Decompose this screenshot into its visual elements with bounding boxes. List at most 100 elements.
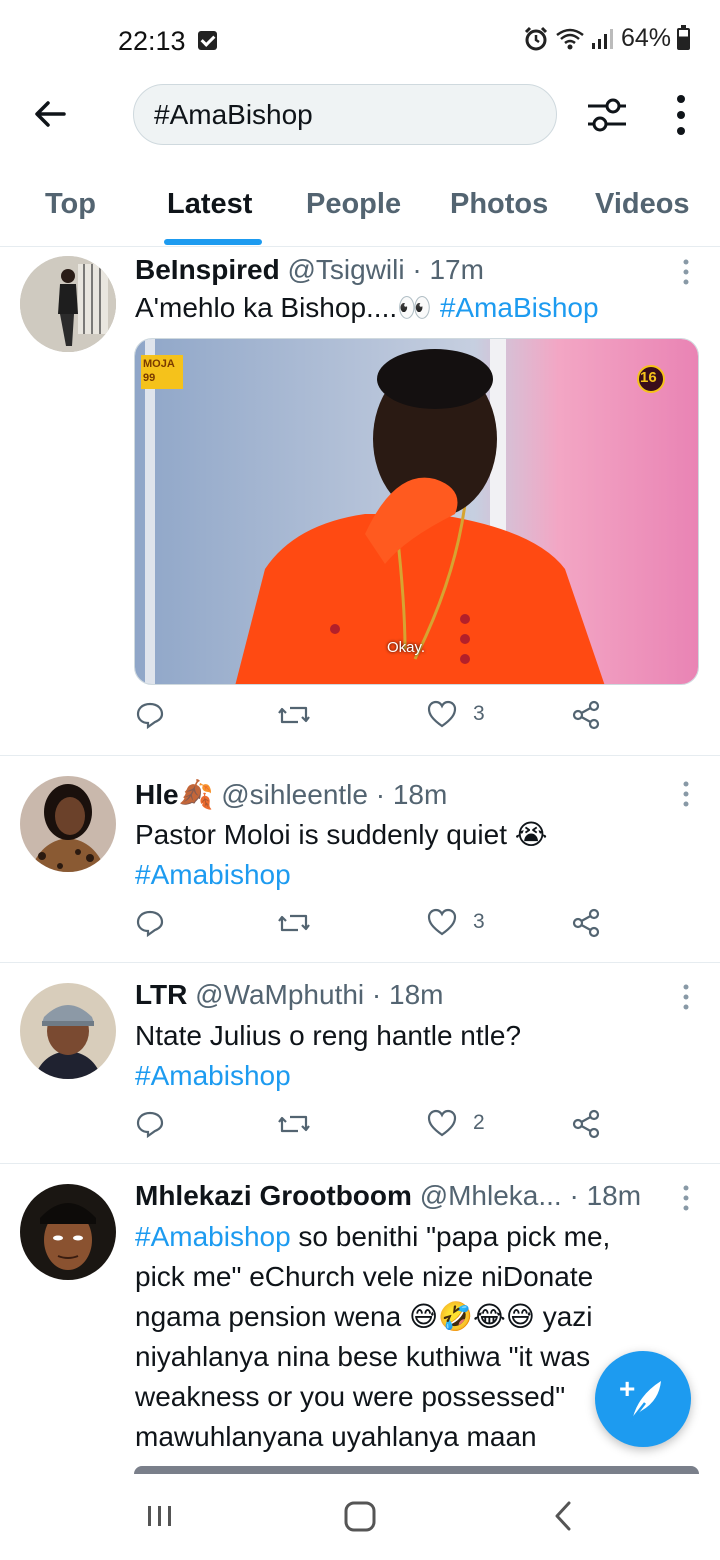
back-arrow-icon[interactable] [30, 94, 70, 134]
tab-videos[interactable]: Videos [595, 188, 690, 221]
tweet-menu-icon[interactable] [682, 780, 690, 810]
avatar[interactable] [20, 1184, 116, 1280]
age-rating-badge: 16 [640, 369, 657, 386]
display-name[interactable]: Mhlekazi Grootboom [135, 1180, 412, 1211]
reply-icon [136, 910, 164, 938]
compose-tweet-button[interactable]: + [595, 1351, 691, 1447]
like-button[interactable]: 3 [427, 908, 485, 936]
hashtag-link[interactable]: #AmaBishop [440, 292, 599, 323]
avatar-person-icon [20, 776, 116, 872]
crying-emoji: 😭 [514, 819, 548, 850]
tweet-actions: 3 [135, 700, 615, 740]
like-button[interactable]: 3 [427, 700, 485, 728]
tweet-menu-icon[interactable] [682, 1184, 690, 1214]
reply-button[interactable] [135, 700, 165, 730]
notification-check-icon [198, 31, 217, 50]
tweet-line: weakness or you were possessed" [135, 1381, 566, 1412]
tweet-media-preview[interactable] [134, 1466, 699, 1474]
tab-photos[interactable]: Photos [450, 188, 548, 221]
tweet-time: · 18m [569, 1180, 642, 1211]
hashtag-link[interactable]: #Amabishop [135, 1060, 291, 1091]
tweet-body: Pastor Moloi is suddenly quiet [135, 819, 507, 850]
avatar[interactable] [20, 983, 116, 1079]
search-query: #AmaBishop [154, 98, 313, 130]
tweet[interactable]: Hle🍂 @sihleentle · 18m Pastor Moloi is s… [0, 756, 720, 963]
search-input[interactable]: #AmaBishop [133, 84, 557, 145]
tab-top[interactable]: Top [45, 188, 96, 221]
tweet-text: Pastor Moloi is suddenly quiet 😭 #Amabis… [135, 815, 700, 895]
reply-button[interactable] [135, 908, 165, 938]
tweet-text: Ntate Julius o reng hantle ntle? #Amabis… [135, 1016, 700, 1096]
status-icons: 64% [523, 24, 690, 53]
avatar-person-icon [20, 256, 116, 352]
tweet-line: pick me" eChurch vele nize niDonate [135, 1261, 594, 1292]
tweet-body: A'mehlo ka Bishop.... [135, 292, 398, 323]
avatar[interactable] [20, 776, 116, 872]
laughing-emojis: 😅🤣😂😅 [408, 1301, 535, 1332]
display-name[interactable]: LTR [135, 979, 187, 1010]
tweet-media-image[interactable]: MOJA 99 16 Okay. [134, 338, 699, 685]
tweet-body: Ntate Julius o reng hantle ntle? [135, 1020, 522, 1051]
tweet[interactable]: LTR @WaMphuthi · 18m Ntate Julius o reng… [0, 963, 720, 1164]
tweet-header: Hle🍂 @sihleentle · 18m [135, 778, 447, 811]
active-tab-indicator [164, 239, 262, 245]
status-bar: 22:13 64% [0, 0, 720, 84]
tweet-time: · 18m [375, 779, 448, 810]
tweet-actions: 2 [135, 1109, 615, 1149]
user-handle[interactable]: @Tsigwili [287, 254, 404, 285]
heart-icon [427, 700, 457, 728]
search-tabs: Top Latest People Photos Videos [0, 172, 720, 247]
system-navigation-bar [0, 1474, 720, 1560]
overflow-menu-icon[interactable] [664, 92, 698, 138]
back-nav-icon[interactable] [550, 1498, 576, 1534]
eyes-emoji: 👀 [397, 292, 433, 323]
signal-icon [591, 28, 613, 49]
video-frame-image [135, 339, 698, 684]
tweet-actions: 3 [135, 908, 615, 948]
retweet-button[interactable] [278, 1109, 310, 1139]
like-button[interactable]: 2 [427, 1109, 485, 1137]
tweet-line: ngama pension wena [135, 1301, 409, 1332]
search-settings-icon[interactable] [586, 94, 628, 136]
reply-icon [136, 702, 164, 730]
share-icon [572, 700, 600, 730]
share-icon [572, 908, 600, 938]
tab-latest[interactable]: Latest [167, 188, 252, 221]
battery-icon [677, 24, 690, 50]
channel-logo: MOJA 99 [143, 358, 175, 384]
search-header: #AmaBishop [0, 84, 720, 146]
tweet-time: · 18m [371, 979, 444, 1010]
feather-icon [630, 1381, 661, 1422]
video-caption: Okay. [387, 639, 426, 656]
share-button[interactable] [571, 908, 601, 938]
share-button[interactable] [571, 1109, 601, 1139]
reply-button[interactable] [135, 1109, 165, 1139]
heart-icon [427, 1109, 457, 1137]
hashtag-link[interactable]: #Amabishop [135, 859, 291, 890]
avatar[interactable] [20, 256, 116, 352]
share-button[interactable] [571, 700, 601, 730]
tweet-line: yazi [534, 1301, 593, 1332]
user-handle[interactable]: @WaMphuthi [195, 979, 364, 1010]
heart-icon [427, 908, 457, 936]
retweet-button[interactable] [278, 908, 310, 938]
recent-apps-icon[interactable] [146, 1498, 174, 1534]
retweet-button[interactable] [278, 700, 310, 730]
retweet-icon [278, 1115, 310, 1133]
avatar-person-icon [20, 1184, 116, 1280]
user-handle[interactable]: @sihleentle [221, 779, 368, 810]
tab-people[interactable]: People [306, 188, 401, 221]
like-count: 3 [473, 702, 485, 725]
reply-icon [136, 1111, 164, 1139]
tweet-menu-icon[interactable] [682, 983, 690, 1013]
home-icon[interactable] [343, 1498, 377, 1534]
display-name[interactable]: Hle [135, 779, 179, 810]
tweet-time: · 17m [412, 254, 484, 285]
user-handle[interactable]: @Mhleka... [420, 1180, 562, 1211]
display-name[interactable]: BeInspired [135, 254, 280, 285]
hashtag-link[interactable]: #Amabishop [135, 1221, 291, 1252]
leaf-emoji: 🍂 [178, 779, 214, 810]
tweet[interactable]: BeInspired @Tsigwili · 17m A'mehlo ka Bi… [0, 248, 720, 756]
tweet-menu-icon[interactable] [682, 258, 690, 288]
status-time: 22:13 [118, 26, 186, 56]
